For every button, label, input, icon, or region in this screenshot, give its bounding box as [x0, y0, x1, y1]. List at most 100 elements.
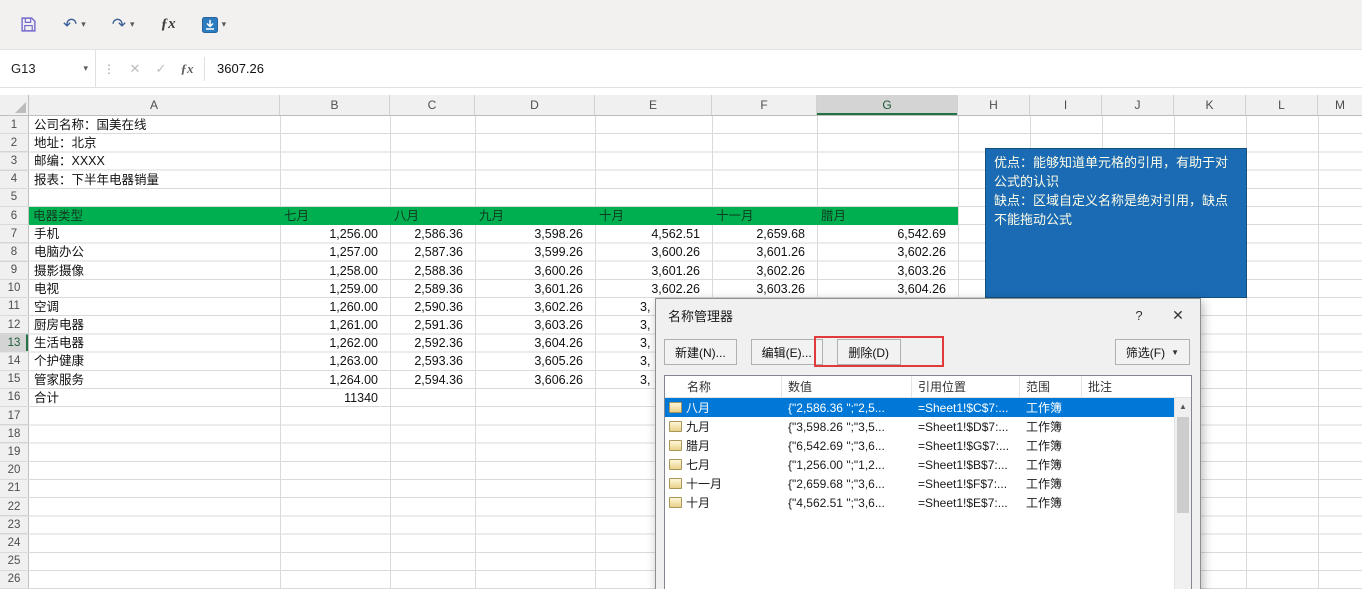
- cell[interactable]: 公司名称：国美在线: [29, 116, 449, 134]
- name-list-row[interactable]: 八月 {"2,586.36 ";"2,5... =Sheet1!$C$7:...…: [665, 398, 1174, 417]
- cell[interactable]: 合计: [29, 389, 280, 407]
- formula-bar-handle[interactable]: ⋮: [96, 62, 122, 76]
- dialog-titlebar[interactable]: 名称管理器 ? ✕: [656, 299, 1200, 331]
- cell[interactable]: 3,601.26: [595, 262, 712, 280]
- cell[interactable]: 3,606.26: [475, 371, 595, 389]
- cell[interactable]: 3,600.26: [595, 243, 712, 261]
- select-all-corner[interactable]: [0, 95, 29, 115]
- column-header[interactable]: G: [817, 95, 958, 115]
- column-header[interactable]: J: [1102, 95, 1174, 115]
- column-header[interactable]: K: [1174, 95, 1246, 115]
- name-list-row[interactable]: 七月 {"1,256.00 ";"1,2... =Sheet1!$B$7:...…: [665, 455, 1174, 474]
- column-header[interactable]: B: [280, 95, 390, 115]
- column-header[interactable]: A: [29, 95, 280, 115]
- cell[interactable]: 3,604.26: [817, 280, 958, 298]
- name-list-row[interactable]: 腊月 {"6,542.69 ";"3,6... =Sheet1!$G$7:...…: [665, 436, 1174, 455]
- column-header-name[interactable]: 名称: [665, 376, 782, 397]
- column-header-comment[interactable]: 批注: [1082, 376, 1191, 397]
- column-header[interactable]: M: [1318, 95, 1362, 115]
- cell[interactable]: 3,603.26: [475, 316, 595, 334]
- cell[interactable]: 1,264.00: [280, 371, 390, 389]
- cell[interactable]: 3,598.26: [475, 225, 595, 243]
- cell[interactable]: 地址：北京: [29, 134, 449, 152]
- cell[interactable]: 3,602.26: [475, 298, 595, 316]
- cancel-icon[interactable]: ✕: [122, 61, 148, 77]
- cell[interactable]: 2,592.36: [390, 334, 475, 352]
- column-header[interactable]: L: [1246, 95, 1318, 115]
- cell[interactable]: 3,600.26: [475, 262, 595, 280]
- cell[interactable]: 十月: [595, 206, 712, 226]
- scroll-up-icon[interactable]: ▲: [1175, 398, 1191, 415]
- undo-button[interactable]: ↶ ▾: [63, 12, 86, 38]
- cell[interactable]: 摄影摄像: [29, 262, 280, 280]
- column-header-value[interactable]: 数值: [782, 376, 912, 397]
- redo-button[interactable]: ↷ ▾: [112, 12, 135, 38]
- new-name-button[interactable]: 新建(N)...: [664, 339, 737, 365]
- edit-name-button[interactable]: 编辑(E)...: [750, 339, 823, 365]
- close-icon[interactable]: ✕: [1156, 299, 1200, 331]
- column-header-refers-to[interactable]: 引用位置: [912, 376, 1020, 397]
- cell[interactable]: 2,594.36: [390, 371, 475, 389]
- cell[interactable]: 空调: [29, 298, 280, 316]
- cell[interactable]: 3,599.26: [475, 243, 595, 261]
- insert-object-button[interactable]: ▾: [201, 12, 226, 38]
- cell[interactable]: 1,262.00: [280, 334, 390, 352]
- cell[interactable]: 3,605.26: [475, 352, 595, 370]
- cell[interactable]: 6,542.69: [817, 225, 958, 243]
- cell[interactable]: [390, 389, 475, 407]
- comment-box[interactable]: 优点：能够知道单元格的引用，有助于对公式的认识 缺点：区域自定义名称是绝对引用，…: [985, 148, 1247, 298]
- cell[interactable]: 厨房电器: [29, 316, 280, 334]
- cell[interactable]: 3,604.26: [475, 334, 595, 352]
- cell[interactable]: [475, 389, 595, 407]
- cell[interactable]: 手机: [29, 225, 280, 243]
- name-box[interactable]: G13 ▾: [0, 50, 96, 87]
- cell[interactable]: 3,602.26: [595, 280, 712, 298]
- name-list-row[interactable]: 十一月 {"2,659.68 ";"3,6... =Sheet1!$F$7:..…: [665, 474, 1174, 493]
- help-icon[interactable]: ?: [1122, 308, 1156, 323]
- cell[interactable]: 2,593.36: [390, 352, 475, 370]
- cell[interactable]: 3,601.26: [475, 280, 595, 298]
- cell[interactable]: 3,603.26: [712, 280, 817, 298]
- cell[interactable]: 1,261.00: [280, 316, 390, 334]
- cell[interactable]: 电器类型: [29, 206, 280, 226]
- cell[interactable]: 八月: [390, 206, 475, 226]
- cell[interactable]: 11340: [280, 389, 390, 407]
- name-list-row[interactable]: 九月 {"3,598.26 ";"3,5... =Sheet1!$D$7:...…: [665, 417, 1174, 436]
- cell[interactable]: 十一月: [712, 206, 817, 226]
- cell[interactable]: 2,590.36: [390, 298, 475, 316]
- save-button[interactable]: [20, 12, 37, 38]
- cell[interactable]: 1,259.00: [280, 280, 390, 298]
- cell[interactable]: 七月: [280, 206, 390, 226]
- name-list-row[interactable]: 十月 {"4,562.51 ";"3,6... =Sheet1!$E$7:...…: [665, 493, 1174, 512]
- cell[interactable]: 报表：下半年电器销量: [29, 171, 449, 189]
- cell[interactable]: 2,587.36: [390, 243, 475, 261]
- scroll-thumb[interactable]: [1177, 417, 1189, 513]
- column-header-scope[interactable]: 范围: [1020, 376, 1082, 397]
- cell[interactable]: 4,562.51: [595, 225, 712, 243]
- column-header[interactable]: C: [390, 95, 475, 115]
- cell[interactable]: 2,589.36: [390, 280, 475, 298]
- column-header[interactable]: D: [475, 95, 595, 115]
- cell[interactable]: 腊月: [817, 206, 958, 226]
- cell[interactable]: 1,260.00: [280, 298, 390, 316]
- formula-input[interactable]: 3607.26: [211, 61, 1362, 76]
- cell[interactable]: 2,586.36: [390, 225, 475, 243]
- column-header[interactable]: E: [595, 95, 712, 115]
- cell[interactable]: 1,258.00: [280, 262, 390, 280]
- cell[interactable]: 3,601.26: [712, 243, 817, 261]
- cell[interactable]: 1,263.00: [280, 352, 390, 370]
- cell[interactable]: 邮编：XXXX: [29, 152, 449, 170]
- cell[interactable]: 3,603.26: [817, 262, 958, 280]
- enter-icon[interactable]: ✓: [148, 61, 174, 77]
- cell[interactable]: 2,659.68: [712, 225, 817, 243]
- cell[interactable]: 管家服务: [29, 371, 280, 389]
- cell[interactable]: 九月: [475, 206, 595, 226]
- cell[interactable]: 1,257.00: [280, 243, 390, 261]
- column-header[interactable]: I: [1030, 95, 1102, 115]
- cell[interactable]: 1,256.00: [280, 225, 390, 243]
- list-scrollbar[interactable]: ▲: [1174, 398, 1191, 589]
- delete-name-button[interactable]: 删除(D): [836, 339, 901, 365]
- cell[interactable]: 2,591.36: [390, 316, 475, 334]
- cell[interactable]: 3,602.26: [817, 243, 958, 261]
- column-header[interactable]: F: [712, 95, 817, 115]
